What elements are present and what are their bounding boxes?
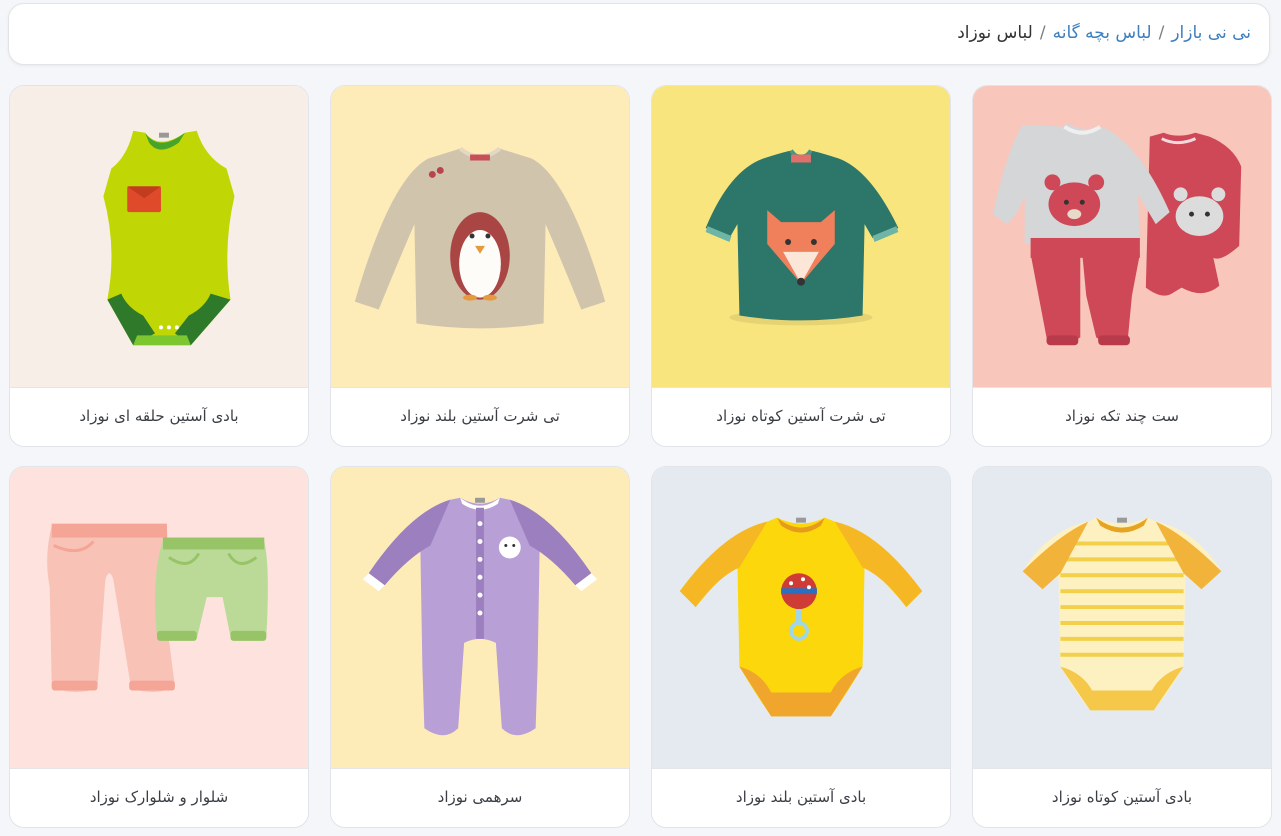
product-image[interactable] bbox=[652, 467, 950, 769]
product-image[interactable] bbox=[10, 467, 308, 769]
sleeveless-bodysuit-icon bbox=[103, 130, 235, 346]
product-card[interactable]: بادی آستین حلقه ای نوزاد bbox=[9, 85, 309, 447]
purple-romper-icon bbox=[362, 497, 598, 736]
product-image[interactable] bbox=[973, 86, 1271, 388]
fox-tshirt-icon bbox=[705, 149, 899, 326]
product-card[interactable]: بادی آستین کوتاه نوزاد bbox=[972, 466, 1272, 828]
product-card[interactable]: شلوار و شلوارک نوزاد bbox=[9, 466, 309, 828]
yellow-bodysuit-icon bbox=[679, 517, 923, 717]
breadcrumb-link-kids-clothing[interactable]: لباس بچه گانه bbox=[1053, 23, 1152, 43]
product-title[interactable]: ست چند تکه نوزاد bbox=[973, 388, 1271, 446]
product-image[interactable] bbox=[10, 86, 308, 388]
breadcrumb-current: لباس نوزاد bbox=[957, 23, 1033, 43]
product-title[interactable]: شلوار و شلوارک نوزاد bbox=[10, 769, 308, 827]
breadcrumb-separator: / bbox=[1158, 23, 1165, 43]
product-card[interactable]: ست چند تکه نوزاد bbox=[972, 85, 1272, 447]
pants-shorts-icon bbox=[47, 523, 268, 693]
product-title[interactable]: بادی آستین بلند نوزاد bbox=[652, 769, 950, 827]
baby-set-icon bbox=[992, 122, 1242, 346]
product-title[interactable]: سرهمی نوزاد bbox=[331, 769, 629, 827]
product-image[interactable] bbox=[652, 86, 950, 388]
product-title[interactable]: بادی آستین حلقه ای نوزاد bbox=[10, 388, 308, 446]
product-image[interactable] bbox=[331, 467, 629, 769]
product-card[interactable]: بادی آستین بلند نوزاد bbox=[651, 466, 951, 828]
penguin-sweater-icon bbox=[354, 146, 606, 329]
product-card[interactable]: سرهمی نوزاد bbox=[330, 466, 630, 828]
product-image[interactable] bbox=[973, 467, 1271, 769]
product-title[interactable]: تی شرت آستین بلند نوزاد bbox=[331, 388, 629, 446]
breadcrumb-separator: / bbox=[1039, 23, 1046, 43]
striped-bodysuit-icon bbox=[1022, 517, 1222, 711]
product-card[interactable]: تی شرت آستین کوتاه نوزاد bbox=[651, 85, 951, 447]
product-image[interactable] bbox=[331, 86, 629, 388]
breadcrumb-link-home[interactable]: نی نی بازار bbox=[1171, 23, 1251, 43]
product-title[interactable]: تی شرت آستین کوتاه نوزاد bbox=[652, 388, 950, 446]
breadcrumb: نی نی بازار / لباس بچه گانه / لباس نوزاد bbox=[8, 3, 1270, 65]
product-card[interactable]: تی شرت آستین بلند نوزاد bbox=[330, 85, 630, 447]
product-title[interactable]: بادی آستین کوتاه نوزاد bbox=[973, 769, 1271, 827]
product-grid: ست چند تکه نوزاد تی شرت آستین کوتاه نوزا… bbox=[8, 85, 1272, 828]
